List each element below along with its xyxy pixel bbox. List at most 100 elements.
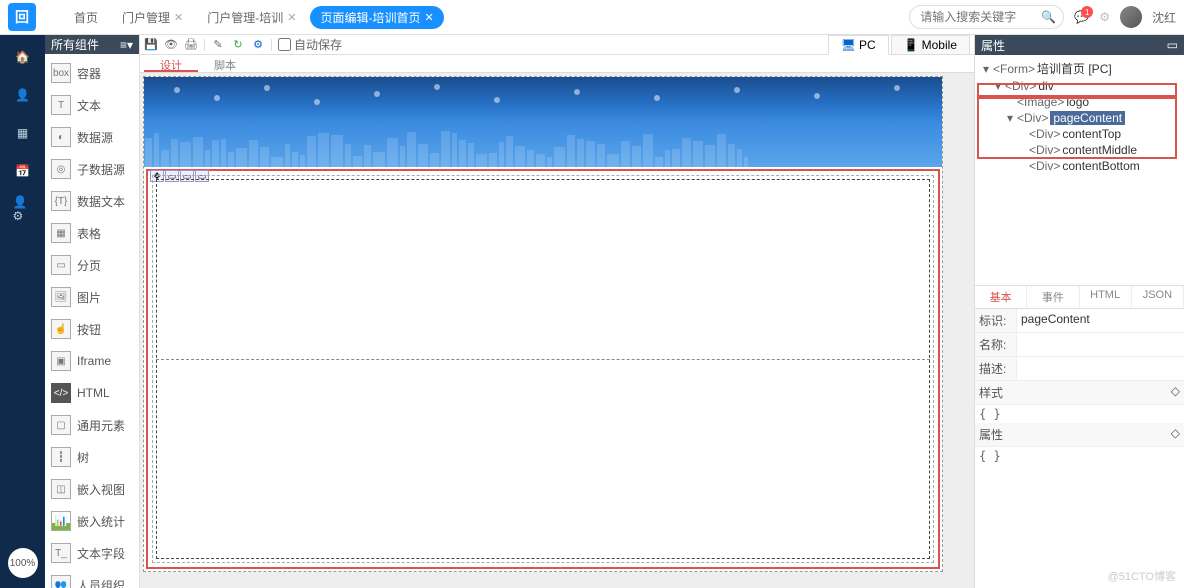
component-icon: 🖼 bbox=[51, 287, 71, 307]
print-icon[interactable]: 🖨 bbox=[184, 38, 198, 52]
prop-desc-value[interactable] bbox=[1017, 357, 1184, 380]
prop-attr-code[interactable]: { } bbox=[975, 447, 1184, 465]
property-panel-title: 属性 bbox=[981, 37, 1005, 54]
rail-usercog-icon[interactable]: 👤⚙ bbox=[13, 199, 33, 219]
component-icon: </> bbox=[51, 383, 71, 403]
preview-icon[interactable]: 👁 bbox=[164, 38, 178, 52]
rail-user-icon[interactable]: 👤 bbox=[13, 85, 33, 105]
device-tab-pc[interactable]: 🖥PC bbox=[828, 35, 889, 55]
tree-node[interactable]: ▾<Div> div bbox=[977, 78, 1182, 94]
search-icon[interactable]: 🔍 bbox=[1041, 10, 1056, 24]
prop-style-code[interactable]: { } bbox=[975, 405, 1184, 423]
tab-design[interactable]: 设计 bbox=[144, 55, 198, 72]
component-item[interactable]: 🖼 图片 bbox=[47, 281, 137, 313]
component-item[interactable]: 📊嵌入统计 bbox=[47, 505, 137, 537]
selected-container[interactable]: ✥ ▭ ▭ ▭ bbox=[146, 169, 940, 569]
component-item[interactable]: ◫嵌入视图 bbox=[47, 473, 137, 505]
component-item[interactable]: ◐数据源 bbox=[47, 121, 137, 153]
rail-home-icon[interactable]: 🏠 bbox=[13, 47, 33, 67]
close-icon[interactable]: ✕ bbox=[424, 11, 433, 24]
autosave-toggle[interactable]: 自动保存 bbox=[278, 36, 342, 53]
component-label: 通用元素 bbox=[77, 417, 125, 434]
component-panel-menu-icon[interactable]: ≡▾ bbox=[120, 38, 133, 52]
breadcrumb-item[interactable]: 门户管理✕ bbox=[112, 6, 193, 29]
prop-id-value[interactable]: pageContent bbox=[1017, 309, 1184, 332]
tree-node[interactable]: <Div> contentMiddle bbox=[977, 142, 1182, 158]
component-item[interactable]: 👥 人员组织 bbox=[47, 569, 137, 588]
component-label: 文本 bbox=[77, 97, 101, 114]
expand-icon[interactable]: ◇ bbox=[1171, 384, 1180, 401]
component-item[interactable]: ▢ 通用元素 bbox=[47, 409, 137, 441]
prop-name-value[interactable] bbox=[1017, 333, 1184, 356]
edit-icon[interactable]: ✎ bbox=[211, 38, 225, 52]
component-label: 树 bbox=[77, 449, 89, 466]
component-item[interactable]: T_ 文本字段 bbox=[47, 537, 137, 569]
component-item[interactable]: box 容器 bbox=[47, 57, 137, 89]
left-rail: 🏠 👤 ▦ 📅 👤⚙ 100% bbox=[0, 35, 45, 588]
dom-tree[interactable]: ▾<Form> 培训首页 [PC]▾<Div> div<Image> logo▾… bbox=[975, 55, 1184, 285]
expand-icon[interactable]: ◇ bbox=[1171, 426, 1180, 443]
close-icon[interactable]: ✕ bbox=[287, 11, 296, 24]
component-label: 文本字段 bbox=[77, 545, 125, 562]
component-label: 嵌入视图 bbox=[77, 481, 125, 498]
device-tab-mobile[interactable]: 📱Mobile bbox=[891, 35, 970, 55]
component-item[interactable]: </>HTML bbox=[47, 377, 137, 409]
component-icon: ┇ bbox=[51, 447, 71, 467]
component-icon: ▢ bbox=[51, 415, 71, 435]
prop-tab[interactable]: 事件 bbox=[1027, 286, 1079, 308]
component-icon: T_ bbox=[51, 543, 71, 563]
component-label: 数据文本 bbox=[77, 193, 125, 210]
prop-tab[interactable]: HTML bbox=[1080, 286, 1132, 308]
property-panel-toggle-icon[interactable]: ▭ bbox=[1167, 38, 1178, 52]
close-icon[interactable]: ✕ bbox=[174, 11, 183, 24]
component-item[interactable]: ▭分页 bbox=[47, 249, 137, 281]
component-label: 按钮 bbox=[77, 321, 101, 338]
config-icon[interactable]: ⚙ bbox=[251, 38, 265, 52]
tree-node[interactable]: <Div> contentBottom bbox=[977, 158, 1182, 174]
tree-node[interactable]: ▾<Div> pageContent bbox=[977, 110, 1182, 126]
avatar[interactable] bbox=[1120, 6, 1142, 28]
tree-node[interactable]: <Image> logo bbox=[977, 94, 1182, 110]
breadcrumb-item[interactable]: 页面编辑-培训首页✕ bbox=[310, 6, 443, 29]
component-icon: ▣ bbox=[51, 351, 71, 371]
tree-node[interactable]: ▾<Form> 培训首页 [PC] bbox=[977, 59, 1182, 78]
component-item[interactable]: ☝按钮 bbox=[47, 313, 137, 345]
page-root[interactable]: ✥ ▭ ▭ ▭ bbox=[143, 76, 943, 572]
rail-dashboard-icon[interactable]: ▦ bbox=[13, 123, 33, 143]
watermark: @51CTO博客 bbox=[1108, 568, 1176, 584]
canvas-area: 💾 👁 🖨 ✎ ↻ ⚙ 自动保存 🖥PC 📱Mobile 设计 脚本 bbox=[140, 35, 974, 588]
component-item[interactable]: ▣Iframe bbox=[47, 345, 137, 377]
prop-tab[interactable]: JSON bbox=[1132, 286, 1184, 308]
component-icon: 👥 bbox=[51, 575, 71, 588]
component-item[interactable]: ▦表格 bbox=[47, 217, 137, 249]
component-item[interactable]: ┇树 bbox=[47, 441, 137, 473]
settings-icon[interactable]: ⚙ bbox=[1099, 10, 1110, 24]
zoom-level[interactable]: 100% bbox=[8, 548, 38, 578]
component-label: 数据源 bbox=[77, 129, 113, 146]
app-logo[interactable]: 回 bbox=[8, 3, 36, 31]
component-icon: 📊 bbox=[51, 511, 71, 531]
breadcrumb-item[interactable]: 门户管理-培训✕ bbox=[197, 6, 306, 29]
component-label: 图片 bbox=[77, 289, 101, 306]
component-label: 人员组织 bbox=[77, 577, 125, 588]
property-panel: 属性 ▭ ▾<Form> 培训首页 [PC]▾<Div> div<Image> … bbox=[974, 35, 1184, 588]
refresh-icon[interactable]: ↻ bbox=[231, 38, 245, 52]
component-item[interactable]: {T}数据文本 bbox=[47, 185, 137, 217]
prop-tab[interactable]: 基本 bbox=[975, 286, 1027, 308]
component-label: 表格 bbox=[77, 225, 101, 242]
breadcrumb-item[interactable]: 首页 bbox=[64, 6, 108, 29]
top-header: 回 首页门户管理✕门户管理-培训✕页面编辑-培训首页✕ 🔍 💬1 ⚙ 沈红 bbox=[0, 0, 1184, 35]
component-item[interactable]: ◎子数据源 bbox=[47, 153, 137, 185]
notification-icon[interactable]: 💬1 bbox=[1074, 10, 1089, 24]
banner-image[interactable] bbox=[144, 77, 942, 167]
tab-script[interactable]: 脚本 bbox=[198, 55, 252, 72]
rail-calendar-icon[interactable]: 📅 bbox=[13, 161, 33, 181]
component-label: 容器 bbox=[77, 65, 101, 82]
component-panel: 所有组件 ≡▾ box容器T文本◐数据源◎子数据源{T}数据文本▦表格▭分页🖼图… bbox=[45, 35, 140, 588]
canvas[interactable]: ✥ ▭ ▭ ▭ bbox=[140, 73, 974, 588]
tree-node[interactable]: <Div> contentTop bbox=[977, 126, 1182, 142]
component-label: 子数据源 bbox=[77, 161, 125, 178]
component-icon: box bbox=[51, 63, 71, 83]
component-item[interactable]: T文本 bbox=[47, 89, 137, 121]
save-icon[interactable]: 💾 bbox=[144, 38, 158, 52]
